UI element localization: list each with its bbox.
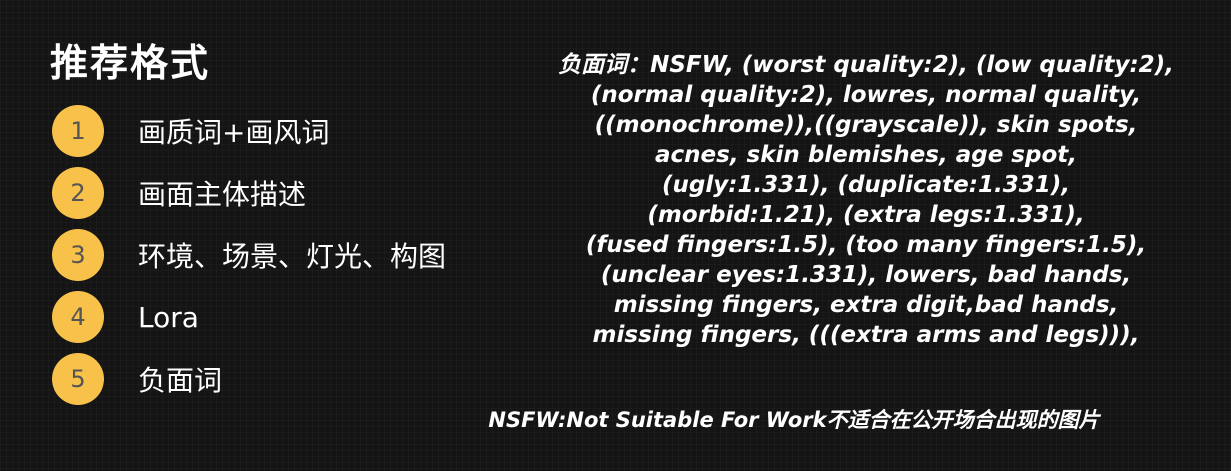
step-item: 1 画质词+画风词 [52, 105, 522, 157]
step-label: 环境、场景、灯光、构图 [138, 240, 447, 273]
step-label: 画质词+画风词 [138, 116, 330, 149]
negative-prompt-line: (morbid:1.21), (extra legs:1.331), [647, 202, 1085, 228]
step-item: 5 负面词 [52, 353, 522, 405]
negative-prompt-line: ((monochrome)),((grayscale)), skin spots… [594, 112, 1138, 138]
negative-prompt-line: (ugly:1.331), (duplicate:1.331), [662, 172, 1070, 198]
nsfw-footnote: NSFW:Not Suitable For Work不适合在公开场合出现的图片 [488, 408, 1100, 432]
step-number-badge: 5 [52, 353, 104, 405]
negative-prompt-line: acnes, skin blemishes, age spot, [655, 142, 1077, 168]
step-item: 4 Lora [52, 291, 522, 343]
negative-prompt-line: 负面词：NSFW, (worst quality:2), (low qualit… [558, 52, 1174, 78]
step-label: 负面词 [138, 364, 223, 397]
step-number-badge: 4 [52, 291, 104, 343]
step-number-badge: 2 [52, 167, 104, 219]
steps-list: 1 画质词+画风词 2 画面主体描述 3 环境、场景、灯光、构图 4 Lora … [52, 105, 522, 416]
step-label: 画面主体描述 [138, 178, 307, 211]
page-title: 推荐格式 [50, 41, 211, 85]
step-item: 2 画面主体描述 [52, 167, 522, 219]
negative-prompt-line: missing fingers, (((extra arms and legs)… [592, 322, 1140, 348]
step-item: 3 环境、场景、灯光、构图 [52, 229, 522, 281]
negative-prompt-line: (normal quality:2), lowres, normal quali… [590, 82, 1142, 108]
step-number-badge: 3 [52, 229, 104, 281]
step-number-badge: 1 [52, 105, 104, 157]
negative-prompt-block: 负面词：NSFW, (worst quality:2), (low qualit… [508, 50, 1224, 350]
negative-prompt-line: missing fingers, extra digit,bad hands, [613, 292, 1119, 318]
step-label: Lora [138, 300, 199, 334]
negative-prompt-line: (fused fingers:1.5), (too many fingers:1… [585, 232, 1147, 258]
negative-prompt-line: (unclear eyes:1.331), lowers, bad hands, [600, 262, 1132, 288]
